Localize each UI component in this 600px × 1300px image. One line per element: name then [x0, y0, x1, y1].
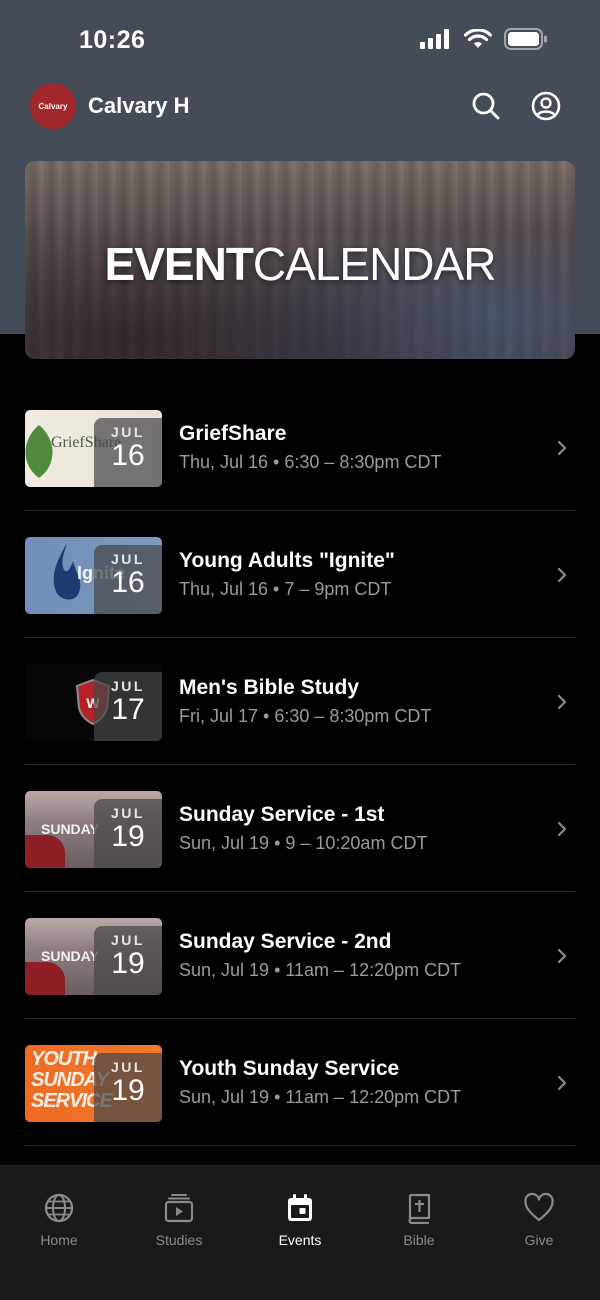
- calendar-icon: [288, 1194, 312, 1221]
- date-day: 19: [111, 820, 145, 853]
- event-datetime: Fri, Jul 17 • 6:30 – 8:30pm CDT: [179, 706, 432, 726]
- date-day: 19: [111, 1074, 145, 1107]
- banner-title-bold: EVENT: [104, 238, 254, 290]
- tab-events[interactable]: Events: [250, 1192, 350, 1248]
- chevron-right-icon: [557, 948, 567, 964]
- date-month: JUL: [111, 805, 145, 821]
- wifi-icon: [464, 29, 492, 48]
- church-logo[interactable]: Calvary: [30, 83, 76, 129]
- tab-label: Bible: [403, 1232, 435, 1248]
- chevron-right-icon: [557, 440, 567, 456]
- event-title: Sunday Service - 1st: [179, 803, 385, 826]
- banner-title-light: CALENDAR: [252, 238, 497, 290]
- tab-studies[interactable]: Studies: [129, 1192, 229, 1248]
- tab-label: Studies: [155, 1232, 203, 1248]
- event-calendar-banner: EVENTCALENDAR: [25, 161, 575, 359]
- event-list: GriefShare JUL 16 GriefShare Thu, Jul 16…: [25, 384, 575, 1273]
- tab-give[interactable]: Give: [489, 1192, 589, 1248]
- event-row[interactable]: W JUL 17 Men's Bible Study Fri, Jul 17 •…: [25, 638, 575, 765]
- event-thumbnail: SUNDAY JUL 19: [25, 791, 162, 868]
- event-row[interactable]: Ignite JUL 16 Young Adults "Ignite" Thu,…: [25, 511, 575, 638]
- event-title: Young Adults "Ignite": [179, 549, 395, 572]
- awning-shape: [25, 835, 65, 868]
- date-month: JUL: [111, 932, 145, 948]
- date-day: 19: [111, 947, 145, 980]
- video-stack-icon: [164, 1194, 194, 1223]
- banner-title: EVENTCALENDAR: [25, 237, 575, 291]
- event-thumbnail: W JUL 17: [25, 664, 162, 741]
- tab-label: Give: [524, 1232, 554, 1248]
- event-datetime: Sun, Jul 19 • 9 – 10:20am CDT: [179, 833, 428, 853]
- logo-text: Calvary: [38, 101, 68, 111]
- event-row[interactable]: SUNDAY JUL 19 Sunday Service - 1st Sun, …: [25, 765, 575, 892]
- date-day: 17: [111, 693, 145, 726]
- event-row[interactable]: YOUTH SUNDAY SERVICE JUL 19 Youth Sunday…: [25, 1019, 575, 1146]
- search-button[interactable]: [468, 88, 504, 124]
- date-badge: JUL 19: [94, 926, 162, 995]
- event-title: Men's Bible Study: [179, 676, 360, 699]
- event-datetime: Thu, Jul 16 • 7 – 9pm CDT: [179, 579, 392, 599]
- event-thumbnail: YOUTH SUNDAY SERVICE JUL 19: [25, 1045, 162, 1122]
- tab-label: Events: [278, 1232, 322, 1248]
- chevron-right-icon: [557, 694, 567, 710]
- app-title: Calvary H: [88, 93, 190, 118]
- date-badge: JUL 17: [94, 672, 162, 741]
- cellular-signal-icon: [420, 29, 449, 49]
- event-datetime: Sun, Jul 19 • 11am – 12:20pm CDT: [179, 1087, 462, 1107]
- event-datetime: Sun, Jul 19 • 11am – 12:20pm CDT: [179, 960, 462, 980]
- status-icons: [420, 28, 548, 50]
- tab-bible[interactable]: Bible: [369, 1192, 469, 1248]
- event-thumbnail: GriefShare JUL 16: [25, 410, 162, 487]
- event-thumbnail: SUNDAY JUL 19: [25, 918, 162, 995]
- date-day: 16: [111, 439, 145, 472]
- heart-icon: [524, 1192, 554, 1222]
- status-bar: 10:26: [0, 0, 600, 80]
- date-month: JUL: [111, 424, 145, 440]
- date-month: JUL: [111, 1059, 145, 1075]
- event-row[interactable]: SUNDAY JUL 19 Sunday Service - 2nd Sun, …: [25, 892, 575, 1019]
- date-month: JUL: [111, 678, 145, 694]
- bottom-tab-bar: Home Studies Events Bible Give: [0, 1165, 600, 1300]
- date-day: 16: [111, 566, 145, 599]
- app-header: Calvary Calvary H: [0, 80, 600, 134]
- bible-icon: [408, 1193, 431, 1224]
- user-account-icon: [531, 91, 561, 121]
- event-title: Sunday Service - 2nd: [179, 930, 392, 953]
- chevron-right-icon: [557, 1075, 567, 1091]
- thumbnail-text: SUNDAY: [41, 948, 99, 964]
- profile-button[interactable]: [528, 88, 564, 124]
- tab-home[interactable]: Home: [9, 1192, 109, 1248]
- date-badge: JUL 16: [94, 418, 162, 487]
- chevron-right-icon: [557, 567, 567, 583]
- date-badge: JUL 19: [94, 1053, 162, 1122]
- date-month: JUL: [111, 551, 145, 567]
- date-badge: JUL 16: [94, 545, 162, 614]
- status-time: 10:26: [79, 26, 146, 54]
- event-thumbnail: Ignite JUL 16: [25, 537, 162, 614]
- event-row[interactable]: GriefShare JUL 16 GriefShare Thu, Jul 16…: [25, 384, 575, 511]
- tab-label: Home: [40, 1232, 78, 1248]
- battery-icon: [504, 28, 547, 50]
- date-badge: JUL 19: [94, 799, 162, 868]
- event-datetime: Thu, Jul 16 • 6:30 – 8:30pm CDT: [179, 452, 442, 472]
- chevron-right-icon: [557, 821, 567, 837]
- event-title: GriefShare: [179, 422, 287, 445]
- thumbnail-text: SUNDAY: [41, 821, 99, 837]
- event-title: Youth Sunday Service: [179, 1057, 400, 1080]
- search-icon: [472, 92, 500, 120]
- globe-icon: [44, 1193, 74, 1223]
- awning-shape: [25, 962, 65, 995]
